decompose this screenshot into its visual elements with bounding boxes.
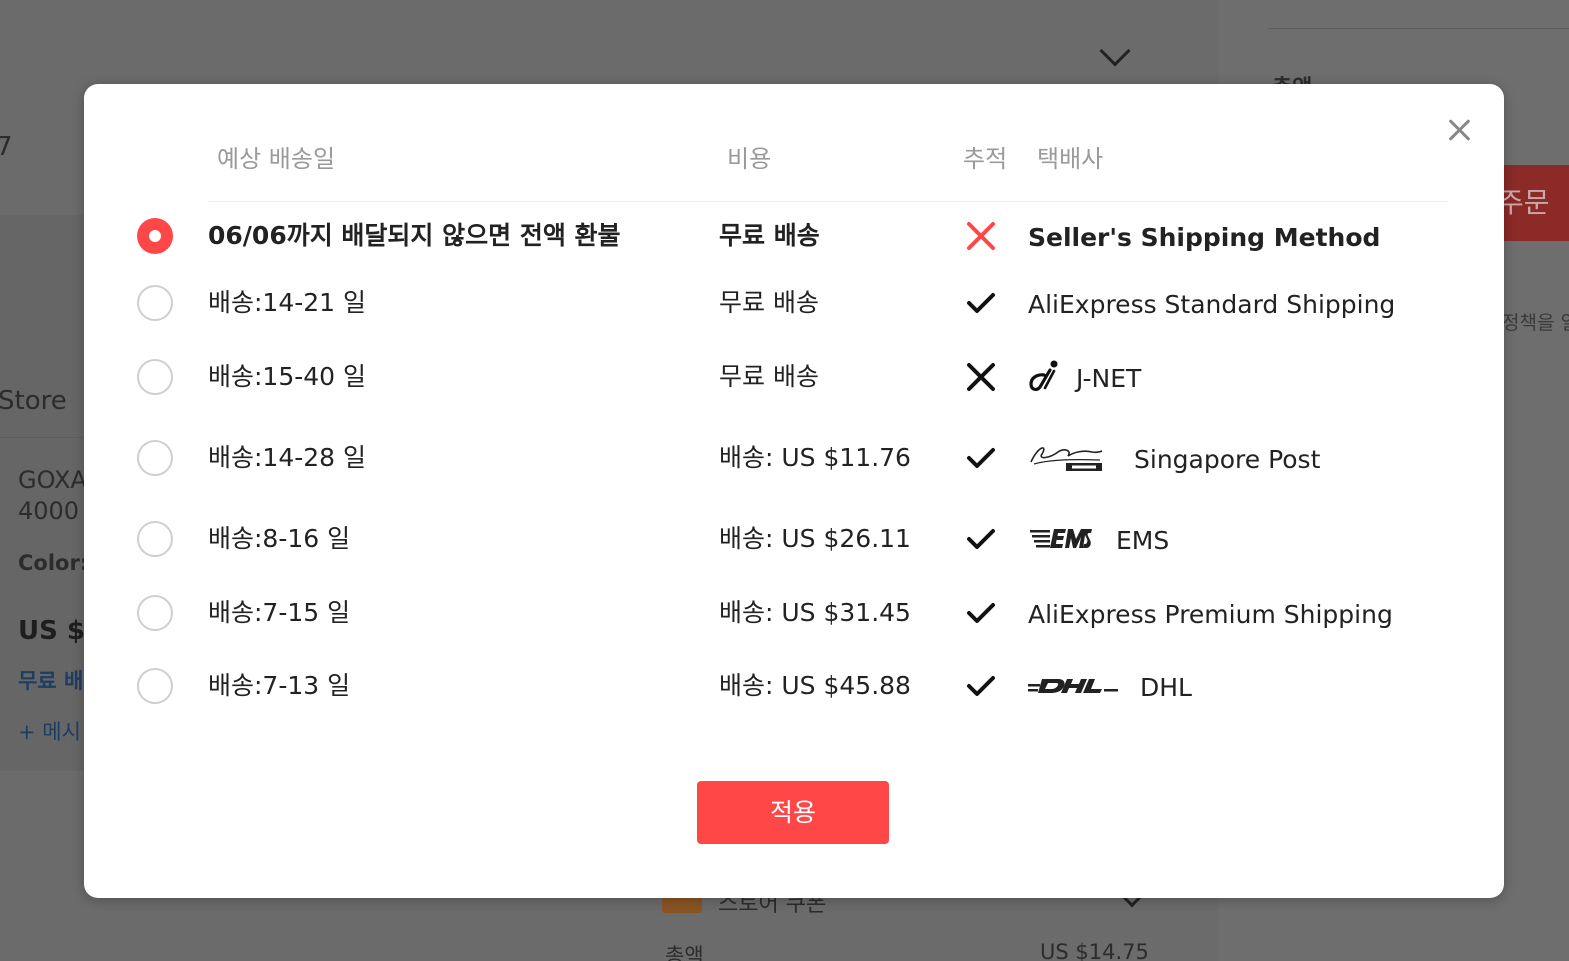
header-carrier: 택배사: [1037, 145, 1104, 173]
bg-bottom-total-label: 총액: [665, 944, 704, 961]
shipping-cost: 무료 배송: [719, 221, 820, 250]
shipping-cost: 배송: US $45.88: [719, 671, 911, 700]
dhl-logo-icon: [1028, 673, 1118, 703]
carrier: Seller's Shipping Method: [1028, 221, 1380, 255]
carrier: AliExpress Standard Shipping: [1028, 288, 1395, 322]
check-icon: [964, 596, 998, 630]
shipping-option-row[interactable]: 배송:8-16 일 배송: US $26.11 EMS: [84, 514, 1504, 564]
carrier: DHL: [1028, 671, 1192, 705]
shipping-option-row[interactable]: 배송:14-21 일 무료 배송 AliExpress Standard Shi…: [84, 278, 1504, 328]
radio-button[interactable]: [137, 440, 173, 476]
header-cost: 비용: [727, 145, 772, 173]
bg-color-label: Color:: [18, 551, 89, 575]
check-icon: [964, 669, 998, 703]
shipping-option-row[interactable]: 배송:14-28 일 배송: US $11.76 Singapore Post: [84, 433, 1504, 483]
jnet-logo-icon: [1028, 359, 1060, 400]
carrier-name: Seller's Shipping Method: [1028, 223, 1381, 252]
shipping-option-row[interactable]: 배송:7-13 일 배송: US $45.88 DHL: [84, 661, 1504, 711]
shipping-option-row[interactable]: 배송:15-40 일 무료 배송 J-NET: [84, 352, 1504, 402]
shipping-method-dialog: 예상 배송일 비용 추적 택배사 06/06까지 배달되지 않으면 전액 환불 …: [84, 84, 1504, 898]
bg-add-message[interactable]: + 메시: [18, 716, 81, 746]
carrier-name: DHL: [1140, 673, 1192, 702]
radio-button[interactable]: [137, 595, 173, 631]
carrier-name: Singapore Post: [1134, 445, 1321, 474]
delivery-estimate: 배송:15-40 일: [208, 362, 367, 391]
bg-bottom-total-value: US $14.75: [1040, 940, 1149, 961]
carrier-name: EMS: [1116, 526, 1170, 555]
bg-store-name: Store: [0, 386, 67, 416]
shipping-option-row[interactable]: 06/06까지 배달되지 않으면 전액 환불 무료 배송 Seller's Sh…: [84, 211, 1504, 261]
carrier-name: AliExpress Premium Shipping: [1028, 600, 1393, 629]
shipping-cost: 배송: US $11.76: [719, 443, 911, 472]
delivery-estimate: 배송:8-16 일: [208, 524, 351, 553]
check-icon: [964, 286, 998, 320]
cross-icon: [964, 360, 998, 394]
radio-button[interactable]: [137, 285, 173, 321]
header-estimated-delivery: 예상 배송일: [217, 145, 336, 173]
check-icon: [964, 441, 998, 475]
header-divider: [208, 201, 1448, 202]
shipping-option-row[interactable]: 배송:7-15 일 배송: US $31.45 AliExpress Premi…: [84, 588, 1504, 638]
bg-product-title: 4000 ·: [18, 497, 95, 525]
carrier: Singapore Post: [1028, 443, 1320, 477]
delivery-estimate: 배송:14-21 일: [208, 288, 367, 317]
shipping-cost: 배송: US $31.45: [719, 598, 911, 627]
radio-selected[interactable]: [137, 218, 173, 254]
delivery-estimate: 배송:7-15 일: [208, 598, 351, 627]
carrier: EMS: [1028, 524, 1169, 558]
close-icon[interactable]: [1444, 114, 1476, 146]
radio-button[interactable]: [137, 359, 173, 395]
bg-policy-text: 정책을 일: [1502, 312, 1569, 334]
carrier-name: J-NET: [1076, 364, 1142, 393]
radio-button[interactable]: [137, 521, 173, 557]
check-icon: [964, 522, 998, 556]
delivery-estimate: 배송:14-28 일: [208, 443, 367, 472]
header-tracking: 추적: [963, 145, 1008, 173]
bg-free-shipping: 무료 배: [18, 669, 84, 693]
delivery-estimate: 06/06까지 배달되지 않으면 전액 환불: [208, 221, 621, 250]
ems-logo-icon: [1028, 526, 1094, 556]
carrier: J-NET: [1028, 360, 1142, 396]
radio-button[interactable]: [137, 668, 173, 704]
shipping-cost: 무료 배송: [719, 288, 819, 317]
apply-button[interactable]: 적용: [697, 781, 889, 844]
bg-text: 7: [0, 132, 13, 162]
shipping-cost: 무료 배송: [719, 362, 819, 391]
cross-red-icon: [964, 219, 998, 253]
carrier: AliExpress Premium Shipping: [1028, 598, 1393, 632]
delivery-estimate: 배송:7-13 일: [208, 671, 351, 700]
singapore-post-logo-icon: [1028, 442, 1104, 479]
shipping-cost: 배송: US $26.11: [719, 524, 911, 553]
bg-product-title: GOXA: [18, 466, 87, 494]
bg-divider: [1268, 28, 1569, 29]
carrier-name: AliExpress Standard Shipping: [1028, 290, 1396, 319]
